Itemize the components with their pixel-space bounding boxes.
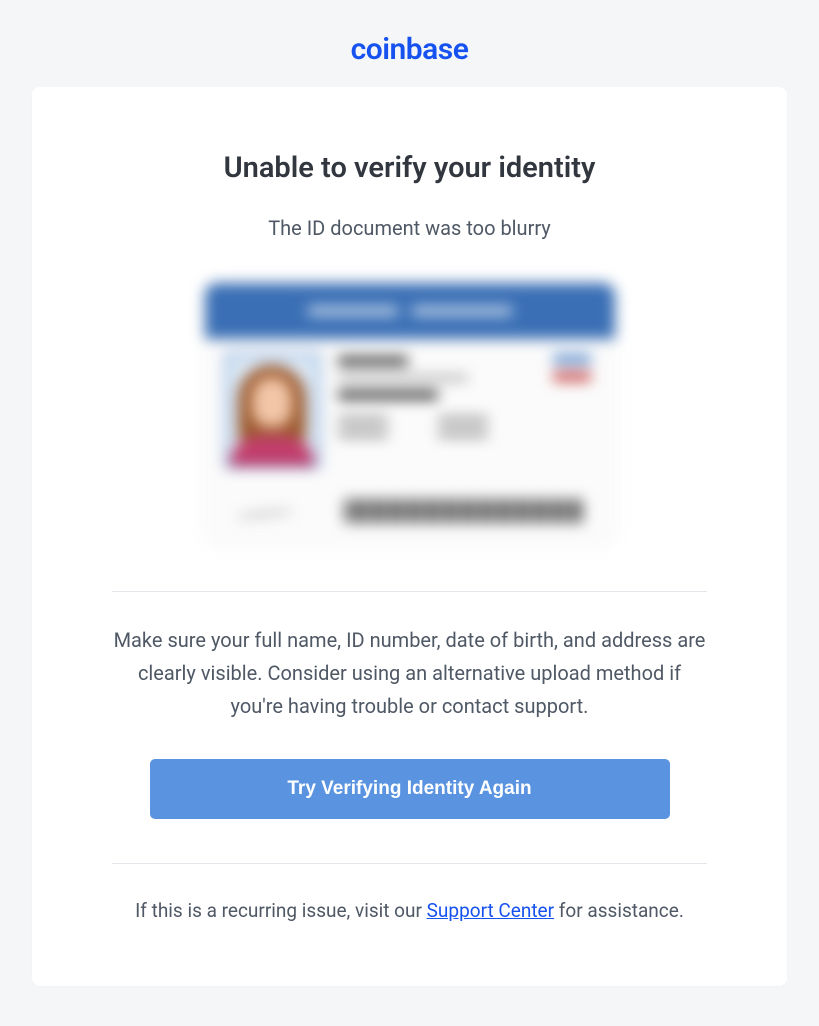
divider: [112, 863, 707, 864]
id-illustration: [112, 283, 707, 543]
footer-prefix: If this is a recurring issue, visit our: [135, 899, 427, 922]
divider: [112, 591, 707, 592]
blurry-id-card-icon: [205, 283, 615, 543]
support-center-link[interactable]: Support Center: [427, 899, 554, 922]
brand-logo: coinbase: [351, 32, 469, 67]
footer-suffix: for assistance.: [554, 899, 684, 922]
content-card: Unable to verify your identity The ID do…: [32, 87, 787, 986]
instructions-text: Make sure your full name, ID number, dat…: [112, 624, 707, 723]
support-footer: If this is a recurring issue, visit our …: [112, 896, 707, 926]
page-title: Unable to verify your identity: [112, 151, 707, 185]
error-reason: The ID document was too blurry: [112, 213, 707, 243]
retry-verify-button[interactable]: Try Verifying Identity Again: [150, 759, 670, 819]
